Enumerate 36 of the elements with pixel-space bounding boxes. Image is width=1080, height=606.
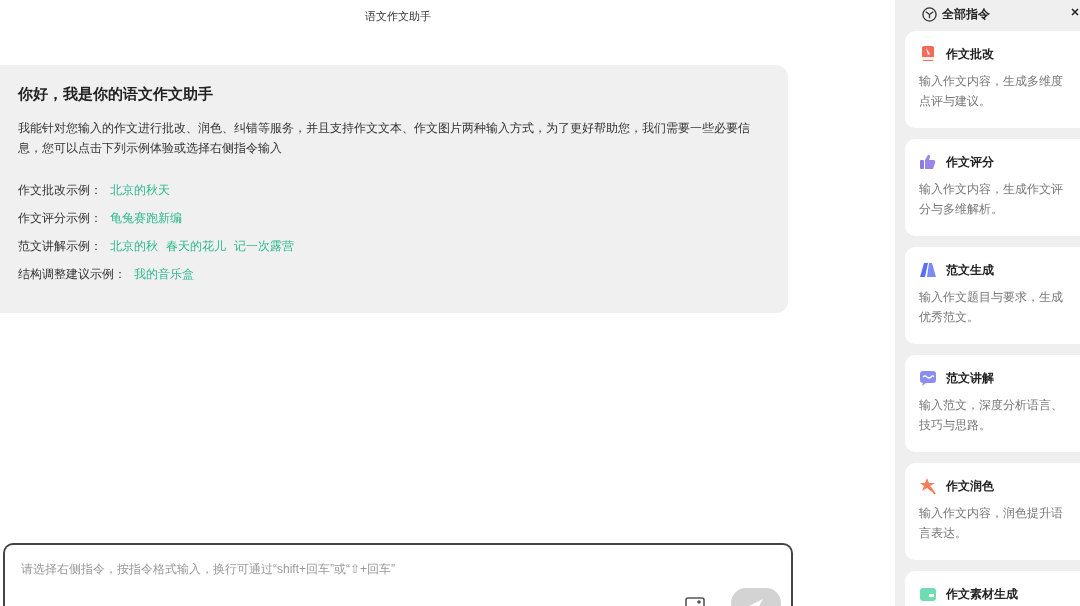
command-title: 作文批改 xyxy=(946,45,994,63)
command-card[interactable]: 作文润色 输入作文内容，润色提升语言表达。 xyxy=(905,463,1080,560)
command-description: 输入作文内容，生成作文评分与多维解析。 xyxy=(919,181,1064,218)
command-title: 作文素材生成 xyxy=(946,585,1018,603)
command-card[interactable]: 范文讲解 输入范文，深度分析语言、技巧与思路。 xyxy=(905,355,1080,452)
command-title: 范文生成 xyxy=(946,261,994,279)
welcome-heading: 你好，我是你的语文作文助手 xyxy=(18,85,214,104)
command-description: 输入作文题目与要求，生成优秀范文。 xyxy=(919,289,1064,326)
command-title: 作文评分 xyxy=(946,153,994,171)
command-title: 作文润色 xyxy=(946,477,994,495)
panel-title: 全部指令 xyxy=(942,5,990,23)
page-title: 语文作文助手 xyxy=(363,9,432,24)
message-input[interactable]: 请选择右侧指令，按指令格式输入，换行可通过“shift+回车”或“⇧+回车” xyxy=(19,561,663,577)
book-icon xyxy=(919,261,937,279)
example-label: 范文讲解示例： xyxy=(18,237,102,255)
send-icon xyxy=(748,598,764,606)
pen-icon xyxy=(919,45,937,63)
command-card[interactable]: 作文素材生成 xyxy=(905,571,1080,606)
chat-bubble-icon xyxy=(919,369,937,387)
card-icon xyxy=(919,585,937,603)
example-label: 作文评分示例： xyxy=(18,209,102,227)
command-title: 范文讲解 xyxy=(946,369,994,387)
intro-paragraph: 我能针对您输入的作文进行批改、润色、纠错等服务，并且支持作文文本、作文图片两种输入方式，为了更好帮助您，我们需要一些必要信息，您可以点击下列示例体验或选择右侧指令输入 xyxy=(18,120,751,157)
command-card[interactable]: 作文评分 输入作文内容，生成作文评分与多维解析。 xyxy=(905,139,1080,236)
command-card[interactable]: 范文生成 输入作文题目与要求，生成优秀范文。 xyxy=(905,247,1080,344)
thumbs-up-icon xyxy=(919,153,937,171)
cube-icon xyxy=(922,6,937,22)
star-wand-icon xyxy=(919,477,937,495)
command-card[interactable]: 作文批改 输入作文内容，生成多维度点评与建议。 xyxy=(905,31,1080,128)
example-label: 作文批改示例： xyxy=(18,181,102,199)
command-description: 输入作文内容，润色提升语言表达。 xyxy=(919,505,1064,542)
image-icon[interactable] xyxy=(685,597,705,606)
command-description: 输入范文，深度分析语言、技巧与思路。 xyxy=(919,397,1064,434)
example-label: 结构调整建议示例： xyxy=(18,265,126,283)
close-icon[interactable] xyxy=(1071,8,1079,16)
command-description: 输入作文内容，生成多维度点评与建议。 xyxy=(919,73,1064,110)
